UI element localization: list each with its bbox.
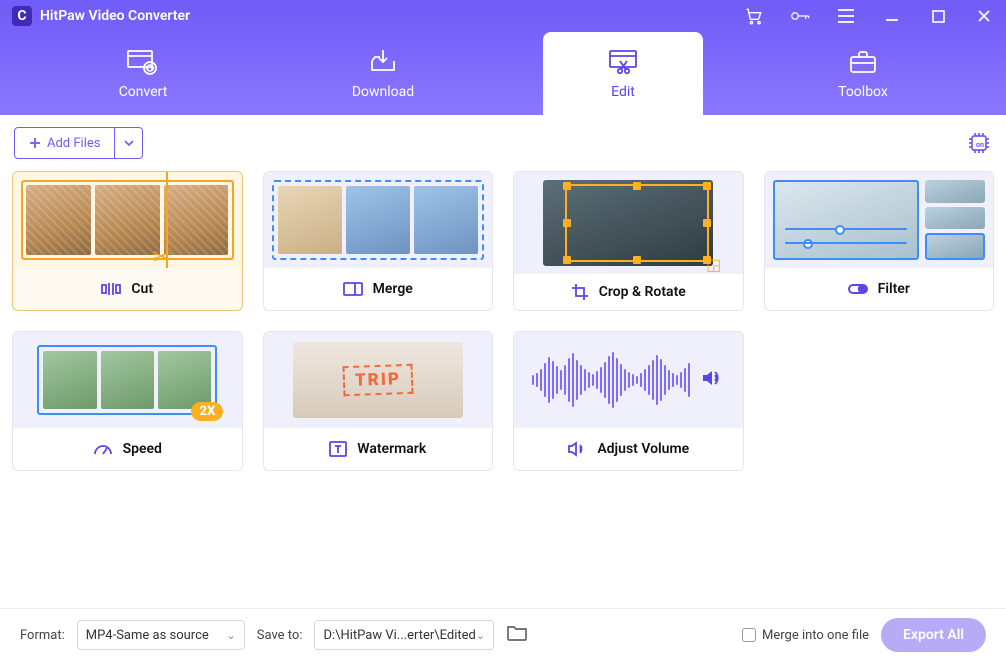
card-label: Speed: [123, 441, 162, 457]
edit-icon: [606, 48, 640, 76]
card-speed[interactable]: 2X Speed: [12, 331, 243, 471]
card-label: Filter: [878, 281, 910, 297]
tab-label: Convert: [119, 84, 168, 100]
card-merge[interactable]: Merge: [263, 171, 494, 311]
cart-icon[interactable]: [744, 6, 764, 26]
bottom-bar: Format: MP4-Same as source ⌄ Save to: D:…: [0, 609, 1006, 661]
main-tabs: Convert Download Edit Toolbox: [0, 32, 1006, 115]
format-value: MP4-Same as source: [86, 628, 209, 643]
checkbox-icon: [742, 628, 756, 642]
card-label: Merge: [373, 281, 413, 297]
merge-one-checkbox[interactable]: Merge into one file: [742, 628, 869, 643]
app-logo-icon: C: [12, 6, 32, 26]
crop-icon: [571, 283, 589, 301]
card-label: Adjust Volume: [597, 441, 689, 457]
format-select[interactable]: MP4-Same as source ⌄: [77, 620, 245, 650]
convert-icon: [126, 48, 160, 76]
merge-one-label: Merge into one file: [762, 628, 869, 643]
maximize-icon[interactable]: [928, 6, 948, 26]
add-files-button[interactable]: Add Files: [14, 127, 115, 159]
close-icon[interactable]: [974, 6, 994, 26]
add-files-caret[interactable]: [115, 127, 143, 159]
chevron-down-icon: ⌄: [476, 629, 485, 642]
titlebar: C HitPaw Video Converter: [0, 0, 1006, 32]
watermark-sample: TRIP: [342, 364, 413, 396]
cut-icon: [101, 281, 121, 297]
card-adjust-volume[interactable]: Adjust Volume: [513, 331, 744, 471]
watermark-icon: [329, 441, 347, 457]
speed-badge: 2X: [191, 402, 223, 421]
sub-toolbar: Add Files on: [0, 115, 1006, 171]
header: C HitPaw Video Converter: [0, 0, 1006, 115]
volume-icon: [567, 441, 587, 457]
app-title: HitPaw Video Converter: [40, 8, 744, 24]
tab-label: Toolbox: [838, 84, 888, 100]
tab-edit[interactable]: Edit: [543, 32, 703, 115]
saveto-value: D:\HitPaw Vi...erter\Edited: [323, 628, 475, 643]
export-all-button[interactable]: Export All: [881, 618, 986, 652]
minimize-icon[interactable]: [882, 6, 902, 26]
tab-toolbox[interactable]: Toolbox: [783, 32, 943, 115]
saveto-select[interactable]: D:\HitPaw Vi...erter\Edited ⌄: [314, 620, 494, 650]
key-icon[interactable]: [790, 6, 810, 26]
saveto-label: Save to:: [257, 628, 303, 643]
filter-icon: [848, 282, 868, 296]
tab-label: Edit: [611, 84, 635, 100]
merge-icon: [343, 282, 363, 296]
card-filter[interactable]: Filter: [764, 171, 995, 311]
card-crop[interactable]: ◲ Crop & Rotate: [513, 171, 744, 311]
card-watermark[interactable]: TRIP Watermark: [263, 331, 494, 471]
edit-tools-grid: ✂ Cut Merge: [0, 171, 1006, 609]
open-folder-icon[interactable]: [506, 624, 528, 646]
crop-corner-icon: ◲: [706, 255, 721, 274]
chevron-down-icon: ⌄: [227, 629, 236, 642]
add-files-group: Add Files: [14, 127, 143, 159]
add-files-label: Add Files: [47, 136, 100, 151]
toolbox-icon: [848, 48, 878, 76]
tab-convert[interactable]: Convert: [63, 32, 223, 115]
tab-label: Download: [352, 84, 414, 100]
tab-download[interactable]: Download: [303, 32, 463, 115]
card-label: Cut: [131, 281, 153, 297]
waveform-icon: [532, 350, 690, 410]
card-cut[interactable]: ✂ Cut: [12, 171, 243, 311]
format-label: Format:: [20, 628, 65, 643]
card-label: Crop & Rotate: [599, 284, 686, 300]
svg-text:on: on: [976, 141, 984, 149]
hardware-accel-icon[interactable]: on: [966, 130, 992, 156]
menu-icon[interactable]: [836, 6, 856, 26]
speed-icon: [93, 442, 113, 456]
download-icon: [368, 48, 398, 76]
volume-up-icon: [700, 367, 724, 393]
card-label: Watermark: [357, 441, 426, 457]
